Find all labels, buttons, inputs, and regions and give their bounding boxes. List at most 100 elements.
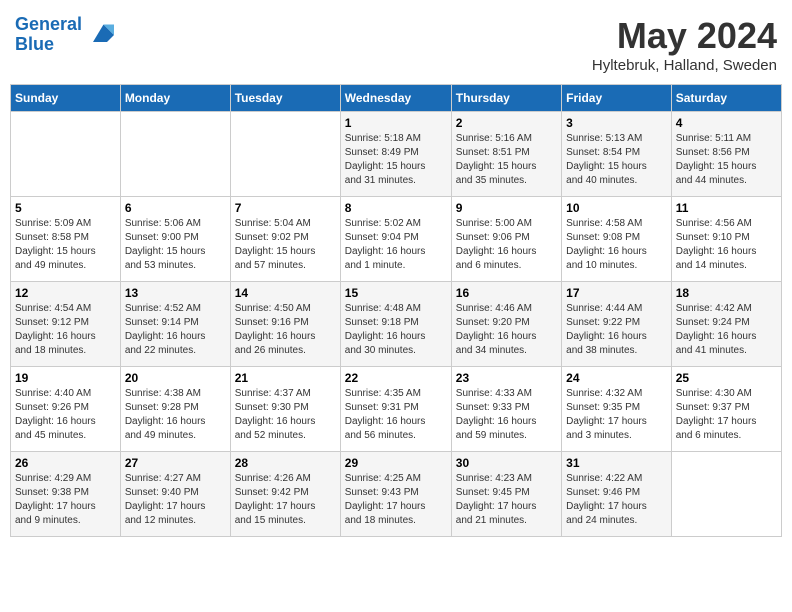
calendar-cell: 15 Sunrise: 4:48 AM Sunset: 9:18 PM Dayli… [340,282,451,367]
calendar-cell: 22 Sunrise: 4:35 AM Sunset: 9:31 PM Dayli… [340,367,451,452]
calendar-cell: 1 Sunrise: 5:18 AM Sunset: 8:49 PM Daylig… [340,112,451,197]
day-info: Sunrise: 5:18 AM Sunset: 8:49 PM Dayligh… [345,132,447,188]
week-row-2: 5 Sunrise: 5:09 AM Sunset: 8:58 PM Daylig… [11,197,782,282]
col-header-sunday: Sunday [11,85,121,112]
day-number: 9 [456,201,557,215]
day-info: Sunrise: 4:30 AM Sunset: 9:37 PM Dayligh… [676,387,777,443]
col-header-tuesday: Tuesday [230,85,340,112]
calendar-cell: 14 Sunrise: 4:50 AM Sunset: 9:16 PM Dayli… [230,282,340,367]
day-info: Sunrise: 4:38 AM Sunset: 9:28 PM Dayligh… [125,387,226,443]
logo-general: General [15,14,82,34]
col-header-wednesday: Wednesday [340,85,451,112]
calendar-cell [671,452,781,537]
location: Hyltebruk, Halland, Sweden [592,57,777,74]
day-number: 5 [15,201,116,215]
calendar-cell: 20 Sunrise: 4:38 AM Sunset: 9:28 PM Dayli… [120,367,230,452]
calendar-cell: 16 Sunrise: 4:46 AM Sunset: 9:20 PM Dayli… [451,282,561,367]
day-number: 6 [125,201,226,215]
calendar-cell: 23 Sunrise: 4:33 AM Sunset: 9:33 PM Dayli… [451,367,561,452]
calendar-cell: 18 Sunrise: 4:42 AM Sunset: 9:24 PM Dayli… [671,282,781,367]
calendar-cell: 26 Sunrise: 4:29 AM Sunset: 9:38 PM Dayli… [11,452,121,537]
day-info: Sunrise: 4:44 AM Sunset: 9:22 PM Dayligh… [566,302,667,358]
logo-icon [86,21,114,49]
day-info: Sunrise: 4:46 AM Sunset: 9:20 PM Dayligh… [456,302,557,358]
calendar-body: 1 Sunrise: 5:18 AM Sunset: 8:49 PM Daylig… [11,112,782,537]
calendar-cell [230,112,340,197]
day-info: Sunrise: 4:35 AM Sunset: 9:31 PM Dayligh… [345,387,447,443]
calendar-cell: 2Sunrise: 5:16 AM Sunset: 8:51 PM Daylig… [451,112,561,197]
day-number: 19 [15,371,116,385]
day-number: 14 [235,286,336,300]
calendar-cell [11,112,121,197]
day-info: Sunrise: 5:13 AM Sunset: 8:54 PM Dayligh… [566,132,667,188]
month-title: May 2024 [592,15,777,57]
day-info: Sunrise: 4:29 AM Sunset: 9:38 PM Dayligh… [15,472,116,528]
day-info: Sunrise: 4:23 AM Sunset: 9:45 PM Dayligh… [456,472,557,528]
day-number: 21 [235,371,336,385]
day-number: 22 [345,371,447,385]
day-number: 3 [566,116,667,130]
col-header-friday: Friday [562,85,672,112]
day-of-week-row: SundayMondayTuesdayWednesdayThursdayFrid… [11,85,782,112]
day-info: Sunrise: 4:32 AM Sunset: 9:35 PM Dayligh… [566,387,667,443]
day-number: 17 [566,286,667,300]
calendar-cell: 9 Sunrise: 5:00 AM Sunset: 9:06 PM Daylig… [451,197,561,282]
day-number: 25 [676,371,777,385]
calendar-cell: 8Sunrise: 5:02 AM Sunset: 9:04 PM Daylig… [340,197,451,282]
calendar-cell: 19 Sunrise: 4:40 AM Sunset: 9:26 PM Dayli… [11,367,121,452]
day-number: 24 [566,371,667,385]
calendar-cell: 7Sunrise: 5:04 AM Sunset: 9:02 PM Daylig… [230,197,340,282]
calendar-table: SundayMondayTuesdayWednesdayThursdayFrid… [10,84,782,537]
calendar-cell: 4Sunrise: 5:11 AM Sunset: 8:56 PM Daylig… [671,112,781,197]
calendar-cell: 5 Sunrise: 5:09 AM Sunset: 8:58 PM Daylig… [11,197,121,282]
week-row-4: 19 Sunrise: 4:40 AM Sunset: 9:26 PM Dayli… [11,367,782,452]
day-number: 20 [125,371,226,385]
day-info: Sunrise: 4:22 AM Sunset: 9:46 PM Dayligh… [566,472,667,528]
col-header-thursday: Thursday [451,85,561,112]
day-number: 12 [15,286,116,300]
page-header: General Blue May 2024 Hyltebruk, Halland… [10,10,782,74]
logo: General Blue [15,15,114,55]
calendar-cell: 28Sunrise: 4:26 AM Sunset: 9:42 PM Dayli… [230,452,340,537]
calendar-cell: 17 Sunrise: 4:44 AM Sunset: 9:22 PM Dayli… [562,282,672,367]
day-info: Sunrise: 5:02 AM Sunset: 9:04 PM Dayligh… [345,217,447,273]
calendar-cell: 24 Sunrise: 4:32 AM Sunset: 9:35 PM Dayli… [562,367,672,452]
day-info: Sunrise: 4:42 AM Sunset: 9:24 PM Dayligh… [676,302,777,358]
day-number: 26 [15,456,116,470]
day-info: Sunrise: 4:48 AM Sunset: 9:18 PM Dayligh… [345,302,447,358]
week-row-5: 26 Sunrise: 4:29 AM Sunset: 9:38 PM Dayli… [11,452,782,537]
day-number: 15 [345,286,447,300]
calendar-cell: 3 Sunrise: 5:13 AM Sunset: 8:54 PM Daylig… [562,112,672,197]
day-number: 10 [566,201,667,215]
calendar-cell: 25 Sunrise: 4:30 AM Sunset: 9:37 PM Dayli… [671,367,781,452]
day-info: Sunrise: 5:06 AM Sunset: 9:00 PM Dayligh… [125,217,226,273]
day-number: 16 [456,286,557,300]
day-number: 18 [676,286,777,300]
col-header-monday: Monday [120,85,230,112]
calendar-cell: 29 Sunrise: 4:25 AM Sunset: 9:43 PM Dayli… [340,452,451,537]
day-info: Sunrise: 4:58 AM Sunset: 9:08 PM Dayligh… [566,217,667,273]
day-number: 13 [125,286,226,300]
day-info: Sunrise: 4:50 AM Sunset: 9:16 PM Dayligh… [235,302,336,358]
day-info: Sunrise: 4:37 AM Sunset: 9:30 PM Dayligh… [235,387,336,443]
day-info: Sunrise: 4:54 AM Sunset: 9:12 PM Dayligh… [15,302,116,358]
calendar-cell: 21 Sunrise: 4:37 AM Sunset: 9:30 PM Dayli… [230,367,340,452]
day-number: 2 [456,116,557,130]
day-info: Sunrise: 4:27 AM Sunset: 9:40 PM Dayligh… [125,472,226,528]
day-info: Sunrise: 4:52 AM Sunset: 9:14 PM Dayligh… [125,302,226,358]
day-info: Sunrise: 5:00 AM Sunset: 9:06 PM Dayligh… [456,217,557,273]
day-number: 11 [676,201,777,215]
day-number: 29 [345,456,447,470]
day-info: Sunrise: 5:11 AM Sunset: 8:56 PM Dayligh… [676,132,777,188]
day-info: Sunrise: 5:09 AM Sunset: 8:58 PM Dayligh… [15,217,116,273]
logo-text: General [15,15,82,35]
day-info: Sunrise: 4:56 AM Sunset: 9:10 PM Dayligh… [676,217,777,273]
day-info: Sunrise: 4:33 AM Sunset: 9:33 PM Dayligh… [456,387,557,443]
day-number: 1 [345,116,447,130]
day-number: 23 [456,371,557,385]
day-info: Sunrise: 4:40 AM Sunset: 9:26 PM Dayligh… [15,387,116,443]
calendar-cell: 31 Sunrise: 4:22 AM Sunset: 9:46 PM Dayli… [562,452,672,537]
day-info: Sunrise: 4:25 AM Sunset: 9:43 PM Dayligh… [345,472,447,528]
calendar-cell [120,112,230,197]
day-number: 31 [566,456,667,470]
